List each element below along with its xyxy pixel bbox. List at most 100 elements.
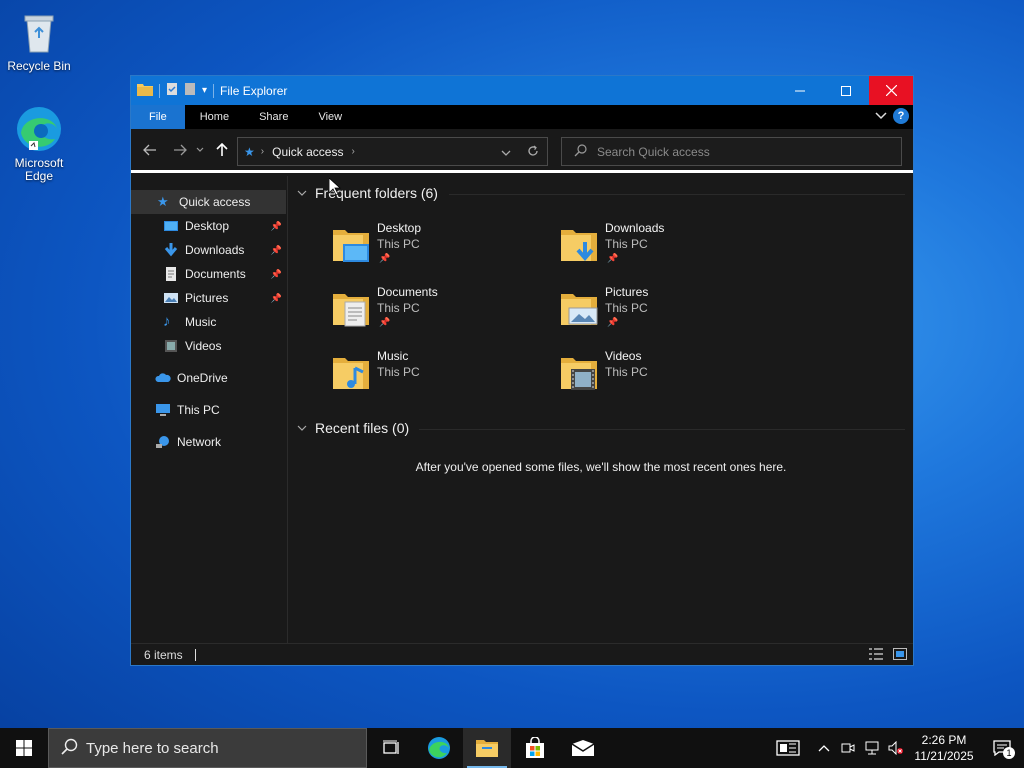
taskbar-mail[interactable] — [559, 728, 607, 768]
taskbar-store[interactable] — [511, 728, 559, 768]
address-dropdown-icon[interactable] — [501, 146, 511, 160]
expand-ribbon-icon[interactable] — [875, 109, 887, 123]
taskbar-search-box[interactable] — [48, 728, 367, 768]
taskbar-file-explorer[interactable] — [463, 728, 511, 768]
taskbar-edge[interactable] — [415, 728, 463, 768]
search-input[interactable] — [597, 144, 887, 159]
desktop-icon-recycle-bin[interactable]: Recycle Bin — [2, 8, 76, 73]
notification-count-badge: 1 — [1003, 747, 1015, 759]
meet-now-icon[interactable] — [836, 728, 860, 768]
edge-icon — [15, 105, 63, 153]
address-bar[interactable]: ★ › Quick access › — [237, 137, 548, 166]
sidebar-item-label: Downloads — [185, 243, 245, 257]
folder-tile-desktop[interactable]: Desktop This PC 📌 — [331, 218, 551, 274]
folder-location: This PC — [377, 301, 420, 315]
help-icon[interactable]: ? — [893, 108, 909, 124]
sidebar-item-network[interactable]: Network — [131, 430, 286, 454]
status-bar: 6 items — [131, 643, 913, 665]
folder-location: This PC — [605, 237, 648, 251]
pin-icon: 📌 — [379, 253, 391, 263]
sidebar-item-label: Videos — [185, 339, 222, 353]
pin-icon[interactable]: 📌 — [271, 293, 282, 304]
recycle-bin-icon — [15, 8, 63, 56]
breadcrumb-quick-access[interactable]: Quick access — [272, 145, 343, 159]
sidebar-item-videos[interactable]: Videos — [131, 334, 286, 358]
clock[interactable]: 2:26 PM 11/21/2025 — [908, 732, 980, 764]
volume-muted-icon[interactable] — [884, 728, 908, 768]
sidebar-item-music[interactable]: ♪ Music — [131, 310, 286, 334]
search-icon — [61, 738, 78, 759]
search-box[interactable] — [561, 137, 902, 166]
refresh-icon[interactable] — [527, 145, 539, 160]
notifications-button[interactable]: 1 — [980, 728, 1024, 768]
search-icon — [574, 143, 587, 160]
properties-icon[interactable] — [166, 82, 178, 99]
folder-location: This PC — [377, 237, 420, 251]
picture-icon — [163, 290, 179, 306]
network-status-icon[interactable] — [860, 728, 884, 768]
windows-logo-icon — [16, 740, 32, 756]
video-icon — [163, 338, 179, 354]
folder-tile-videos[interactable]: Videos This PC — [559, 346, 779, 402]
desktop-icon-edge[interactable]: Microsoft Edge — [2, 105, 76, 183]
sidebar-item-desktop[interactable]: Desktop 📌 — [131, 214, 286, 238]
quick-access-star-icon: ★ — [244, 144, 255, 159]
breadcrumb-chevron-icon[interactable]: › — [261, 146, 264, 157]
folder-tile-pictures[interactable]: Pictures This PC 📌 — [559, 282, 779, 338]
folder-downloads-icon — [559, 224, 599, 264]
minimize-button[interactable] — [777, 76, 823, 105]
start-button[interactable] — [0, 728, 48, 768]
sidebar-item-documents[interactable]: Documents 📌 — [131, 262, 286, 286]
forward-button[interactable] — [167, 137, 193, 163]
tab-share[interactable]: Share — [244, 105, 303, 129]
new-folder-icon[interactable] — [184, 82, 196, 99]
store-icon — [526, 737, 544, 758]
maximize-button[interactable] — [823, 76, 869, 105]
folder-music-icon — [331, 352, 371, 392]
show-hidden-icons-icon[interactable] — [812, 728, 836, 768]
pin-icon[interactable]: 📌 — [271, 221, 282, 232]
window-controls — [777, 76, 913, 105]
folder-location: This PC — [605, 301, 648, 315]
folder-name: Music — [377, 349, 409, 363]
back-button[interactable] — [137, 137, 163, 163]
taskbar-search-input[interactable] — [86, 739, 356, 757]
tab-view[interactable]: View — [303, 105, 357, 129]
sidebar-item-label: OneDrive — [177, 371, 228, 385]
sidebar-item-pictures[interactable]: Pictures 📌 — [131, 286, 286, 310]
close-button[interactable] — [869, 76, 913, 105]
cloud-icon — [155, 370, 171, 386]
clock-date: 11/21/2025 — [914, 749, 974, 763]
tab-file[interactable]: File — [131, 105, 185, 129]
sidebar-item-this-pc[interactable]: This PC — [131, 398, 286, 422]
sidebar-item-label: Desktop — [185, 219, 230, 233]
recent-locations-button[interactable] — [193, 137, 207, 163]
large-icons-view-icon[interactable] — [893, 648, 907, 663]
details-view-icon[interactable] — [869, 648, 883, 663]
chevron-down-icon[interactable] — [297, 423, 307, 434]
item-count: 6 items — [144, 647, 183, 662]
folder-name: Desktop — [377, 221, 422, 235]
pin-icon[interactable]: 📌 — [271, 269, 282, 280]
computer-icon — [155, 402, 171, 418]
sidebar-item-onedrive[interactable]: OneDrive — [131, 366, 286, 390]
pin-icon[interactable]: 📌 — [271, 245, 282, 256]
sidebar-item-quick-access[interactable]: ★ Quick access — [131, 190, 286, 214]
folder-tile-downloads[interactable]: Downloads This PC 📌 — [559, 218, 779, 274]
up-button[interactable] — [209, 137, 235, 163]
breadcrumb-chevron-icon[interactable]: › — [351, 146, 354, 157]
customize-toolbar-icon[interactable]: ▾ — [202, 85, 207, 96]
folder-tile-documents[interactable]: Documents This PC 📌 — [331, 282, 551, 338]
task-view-button[interactable] — [367, 728, 415, 768]
sidebar-item-downloads[interactable]: Downloads 📌 — [131, 238, 286, 262]
chevron-down-icon[interactable] — [297, 188, 307, 199]
ribbon-tabs: File Home Share View ? — [131, 105, 913, 129]
title-bar[interactable]: ▾ File Explorer — [131, 76, 913, 105]
folder-tile-music[interactable]: Music This PC — [331, 346, 551, 402]
news-widget-icon[interactable] — [764, 728, 812, 768]
recent-files-header[interactable]: Recent files (0) — [297, 420, 409, 436]
tab-home[interactable]: Home — [185, 105, 244, 129]
folder-icon — [137, 82, 153, 99]
folder-icon — [476, 740, 498, 757]
frequent-folders-header[interactable]: Frequent folders (6) — [297, 185, 438, 201]
